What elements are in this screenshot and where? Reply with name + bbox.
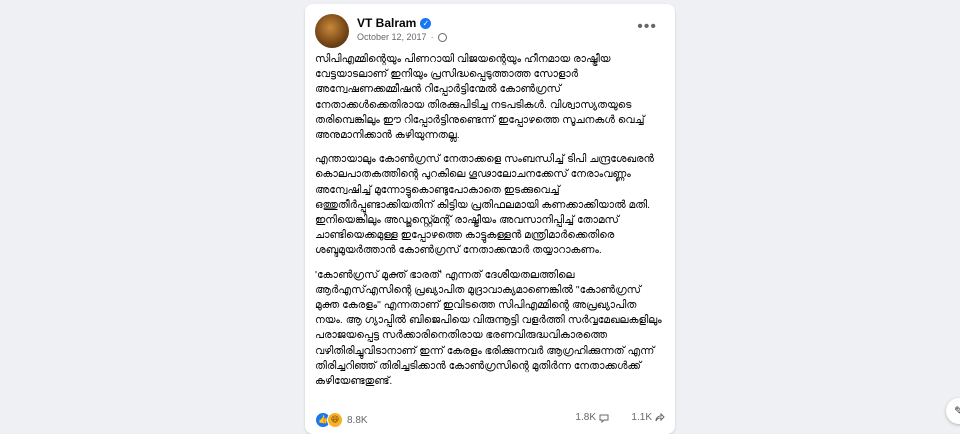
post-paragraph-2: എന്തായാലും കോൺഗ്രസ് നേതാക്കളെ സംബന്ധിച്ച… — [315, 153, 654, 257]
share-count: 1.1K — [631, 412, 652, 423]
author-avatar[interactable] — [315, 14, 349, 48]
author-name[interactable]: VT Balram — [357, 16, 416, 30]
more-options-icon[interactable]: ••• — [637, 18, 657, 36]
post-body: സിപിഎമ്മിന്റെയും പിണറായി വിജയന്റെയും ഹീന… — [315, 52, 665, 398]
post-footer: 👍 😆 8.8K 1.8K 1.1K — [315, 412, 665, 428]
post-date[interactable]: October 12, 2017 — [357, 32, 427, 42]
post-meta: October 12, 2017 · — [357, 32, 447, 42]
author-name-row: VT Balram ✓ — [357, 16, 432, 30]
reaction-count: 8.8K — [347, 414, 368, 426]
reactions-summary[interactable]: 👍 😆 8.8K — [315, 412, 368, 428]
post-header: VT Balram ✓ October 12, 2017 · ••• — [315, 14, 665, 48]
shares-summary[interactable]: 1.1K — [631, 412, 665, 423]
verified-badge-icon: ✓ — [420, 17, 432, 29]
post-paragraph-1: സിപിഎമ്മിന്റെയും പിണറായി വിജയന്റെയും ഹീന… — [315, 53, 645, 142]
post-card: VT Balram ✓ October 12, 2017 · ••• സിപിഎ… — [305, 4, 675, 434]
globe-icon — [437, 32, 447, 42]
edit-icon[interactable]: ✎ — [946, 398, 960, 424]
comments-summary[interactable]: 1.8K — [575, 412, 609, 423]
post-paragraph-3: 'കോൺഗ്രസ് മുക്ത് ഭാരത്' എന്നത് ദേശീയതലത്… — [315, 268, 662, 388]
comment-icon — [599, 414, 609, 423]
meta-separator: · — [430, 32, 434, 42]
haha-reaction-icon: 😆 — [327, 412, 343, 428]
share-icon — [655, 412, 665, 421]
comment-count: 1.8K — [575, 412, 596, 423]
